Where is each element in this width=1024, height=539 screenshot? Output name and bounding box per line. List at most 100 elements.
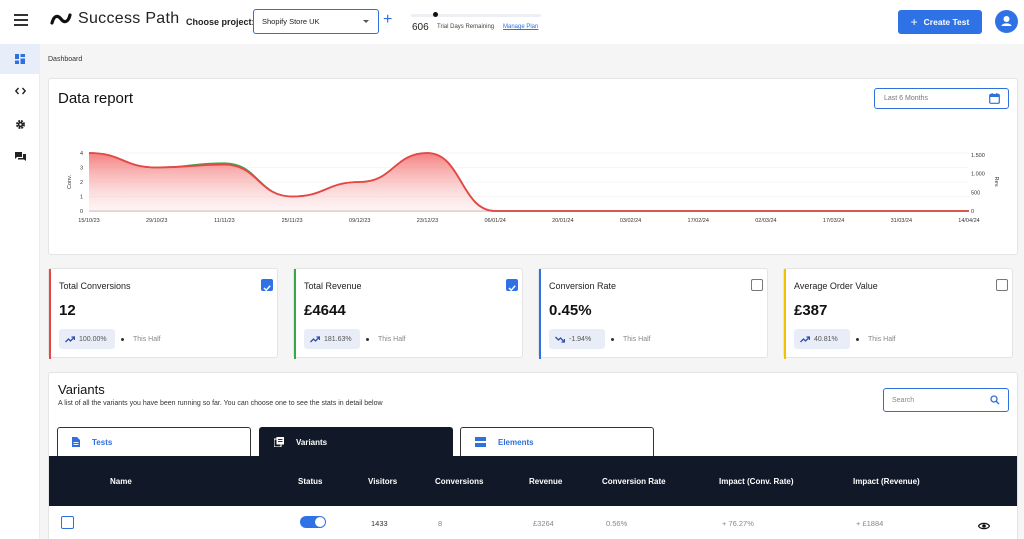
metric-change-badge: 40.81% [794, 329, 850, 349]
bullet-dot [856, 338, 859, 341]
metric-accent-bar [539, 269, 541, 359]
x-tick-label: 17/03/24 [823, 218, 844, 224]
metric-change-value: 40.81% [814, 335, 838, 343]
y-tick-label-left: 3 [80, 166, 83, 172]
metric-change-value: 181.63% [324, 335, 352, 343]
metric-card-average-order-value[interactable]: Average Order Value £387 40.81% This Half [783, 268, 1013, 359]
x-tick-label: 15/10/23 [78, 218, 99, 224]
rows-icon [475, 437, 486, 447]
layers-icon [274, 437, 284, 447]
column-header-status[interactable]: Status [298, 477, 322, 486]
metric-card-total-conversions[interactable]: Total Conversions 12 100.00% This Half [48, 268, 278, 359]
column-header-visitors[interactable]: Visitors [368, 477, 397, 486]
project-select[interactable]: Shopify Store UK [253, 9, 379, 34]
logo[interactable]: Success Path [50, 10, 179, 28]
column-header-conversions[interactable]: Conversions [435, 477, 483, 486]
metric-change-badge: 100.00% [59, 329, 115, 349]
manage-plan-link[interactable]: Manage Plan [503, 24, 538, 30]
project-select-value: Shopify Store UK [262, 17, 320, 26]
check-icon [263, 285, 271, 292]
bullet-dot [366, 338, 369, 341]
y-tick-label-right: 1.500 [971, 153, 985, 159]
metric-label: Average Order Value [794, 281, 878, 291]
x-tick-label: 23/12/23 [417, 218, 438, 224]
metric-card-conversion-rate[interactable]: Conversion Rate 0.45% -1.94% This Half [538, 268, 768, 359]
metric-checkbox[interactable] [996, 279, 1008, 291]
cell-conversions: 8 [438, 519, 443, 528]
sidebar-item-messages[interactable] [0, 142, 40, 172]
trial-progress-bar [411, 14, 541, 17]
column-header-impact-revenue[interactable]: Impact (Revenue) [853, 477, 920, 486]
metric-change-badge: -1.94% [549, 329, 605, 349]
user-avatar[interactable] [995, 10, 1018, 33]
metric-accent-bar [294, 269, 296, 359]
row-checkbox[interactable] [61, 516, 74, 529]
tab-elements-label: Elements [498, 437, 534, 447]
y-tick-label-left: 4 [80, 151, 83, 157]
table-row[interactable]: 1433 8 £3264 0.56% + 76.27% + £1884 [49, 506, 1017, 539]
chevron-down-icon [363, 20, 369, 23]
x-tick-label: 29/10/23 [146, 218, 167, 224]
y-tick-label-right: 1.000 [971, 172, 985, 178]
breadcrumb[interactable]: Dashboard [48, 56, 82, 63]
x-tick-label: 09/12/23 [349, 218, 370, 224]
bullet-dot [121, 338, 124, 341]
metric-value: 0.45% [549, 302, 592, 319]
add-project-button[interactable]: + [383, 12, 392, 28]
tab-elements[interactable]: Elements [460, 427, 654, 456]
search-icon [990, 395, 1000, 407]
cell-revenue: £3264 [533, 519, 554, 528]
sidebar-item-settings[interactable] [0, 109, 40, 139]
sidebar-item-code[interactable] [0, 76, 40, 106]
column-header-revenue[interactable]: Revenue [529, 477, 562, 486]
metric-checkbox[interactable] [261, 279, 273, 292]
trending-up-icon [800, 335, 810, 342]
column-header-impact-conv-rate[interactable]: Impact (Conv. Rate) [719, 477, 794, 486]
trial-days-count: 606 [412, 22, 429, 33]
trial-status: 606 Trial Days Remaining Manage Plan [411, 12, 543, 34]
x-tick-label: 20/01/24 [552, 218, 573, 224]
metric-period: This Half [378, 336, 406, 343]
cell-visitors: 1433 [371, 519, 388, 528]
document-icon [72, 437, 80, 447]
metric-checkbox[interactable] [751, 279, 763, 291]
metric-card-total-revenue[interactable]: Total Revenue £4644 181.63% This Half [293, 268, 523, 359]
trending-up-icon [310, 335, 320, 342]
y-tick-label-right: 500 [971, 190, 980, 196]
metric-value: £4644 [304, 302, 346, 319]
metric-period: This Half [868, 336, 896, 343]
search-placeholder: Search [892, 397, 915, 404]
top-bar: Success Path Choose project: Shopify Sto… [0, 0, 1024, 44]
bullet-dot [611, 338, 614, 341]
x-tick-label: 06/01/24 [484, 218, 505, 224]
tab-tests[interactable]: Tests [57, 427, 251, 456]
search-input[interactable]: Search [883, 388, 1009, 412]
conversion-revenue-chart: 4 3 2 1 0 1.500 1.000 500 0 Conv. Rev. 15/10/23 29/1… [67, 151, 999, 224]
menu-icon[interactable] [14, 14, 28, 26]
logo-text: Success Path [78, 10, 180, 27]
metric-checkbox[interactable] [506, 279, 518, 292]
eye-icon[interactable] [977, 517, 991, 535]
tab-variants[interactable]: Variants [259, 427, 453, 456]
check-icon [508, 285, 516, 292]
toggle-knob [315, 517, 325, 527]
choose-project-label: Choose project: [186, 17, 255, 27]
user-icon [1001, 16, 1012, 26]
create-test-button[interactable]: + Create Test [898, 10, 982, 34]
trial-progress-marker [433, 12, 438, 17]
variants-title: Variants [58, 382, 105, 397]
y-tick-label-right: 0 [971, 209, 974, 215]
sidebar-item-dashboard[interactable] [0, 44, 40, 74]
create-test-label: Create Test [923, 17, 970, 27]
status-toggle[interactable] [300, 516, 326, 528]
trending-up-icon [65, 335, 75, 342]
x-tick-label: 03/02/24 [620, 218, 641, 224]
metric-accent-bar [784, 269, 786, 359]
cell-impact-revenue: + £1884 [856, 519, 884, 528]
metric-period: This Half [133, 336, 161, 343]
y-tick-label-left: 0 [80, 209, 83, 215]
column-header-name[interactable]: Name [110, 477, 132, 486]
x-tick-label: 17/02/24 [688, 218, 709, 224]
plus-icon: + [910, 15, 918, 29]
column-header-conversion-rate[interactable]: Conversion Rate [602, 477, 666, 486]
